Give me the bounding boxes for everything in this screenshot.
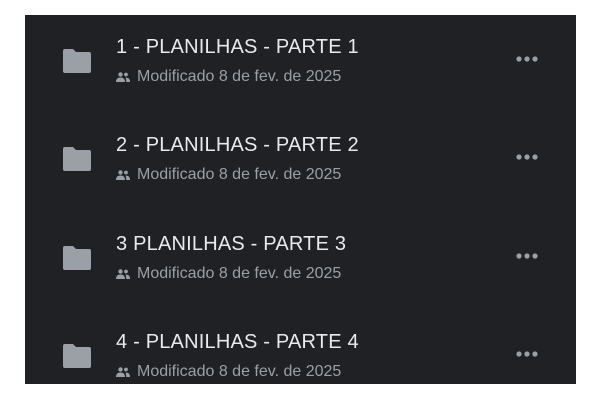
modified-date: Modificado 8 de fev. de 2025 xyxy=(137,166,342,183)
folder-icon xyxy=(63,147,91,171)
people-icon xyxy=(116,72,130,82)
folder-title: 4 - PLANILHAS - PARTE 4 xyxy=(116,331,359,353)
modified-date: Modificado 8 de fev. de 2025 xyxy=(137,363,342,380)
folder-row[interactable]: 1 - PLANILHAS - PARTE 1 Modificado 8 de … xyxy=(25,25,576,105)
folder-icon xyxy=(63,246,91,270)
people-icon xyxy=(116,367,130,377)
more-horizontal-icon[interactable] xyxy=(511,147,543,167)
more-horizontal-icon[interactable] xyxy=(511,49,543,69)
folder-row[interactable]: 3 PLANILHAS - PARTE 3 Modificado 8 de fe… xyxy=(25,222,576,302)
folder-title: 3 PLANILHAS - PARTE 3 xyxy=(116,233,347,255)
folder-row[interactable]: 4 - PLANILHAS - PARTE 4 Modificado 8 de … xyxy=(25,320,576,400)
folder-row[interactable]: 2 - PLANILHAS - PARTE 2 Modificado 8 de … xyxy=(25,123,576,203)
folder-icon xyxy=(63,49,91,73)
modified-date: Modificado 8 de fev. de 2025 xyxy=(137,265,342,282)
people-icon xyxy=(116,269,130,279)
folder-title: 1 - PLANILHAS - PARTE 1 xyxy=(116,36,359,58)
file-list: 1 - PLANILHAS - PARTE 1 Modificado 8 de … xyxy=(25,15,576,384)
modified-date: Modificado 8 de fev. de 2025 xyxy=(137,68,342,85)
more-horizontal-icon[interactable] xyxy=(511,344,543,364)
people-icon xyxy=(116,170,130,180)
folder-icon xyxy=(63,344,91,368)
more-horizontal-icon[interactable] xyxy=(511,246,543,266)
folder-title: 2 - PLANILHAS - PARTE 2 xyxy=(116,134,359,156)
